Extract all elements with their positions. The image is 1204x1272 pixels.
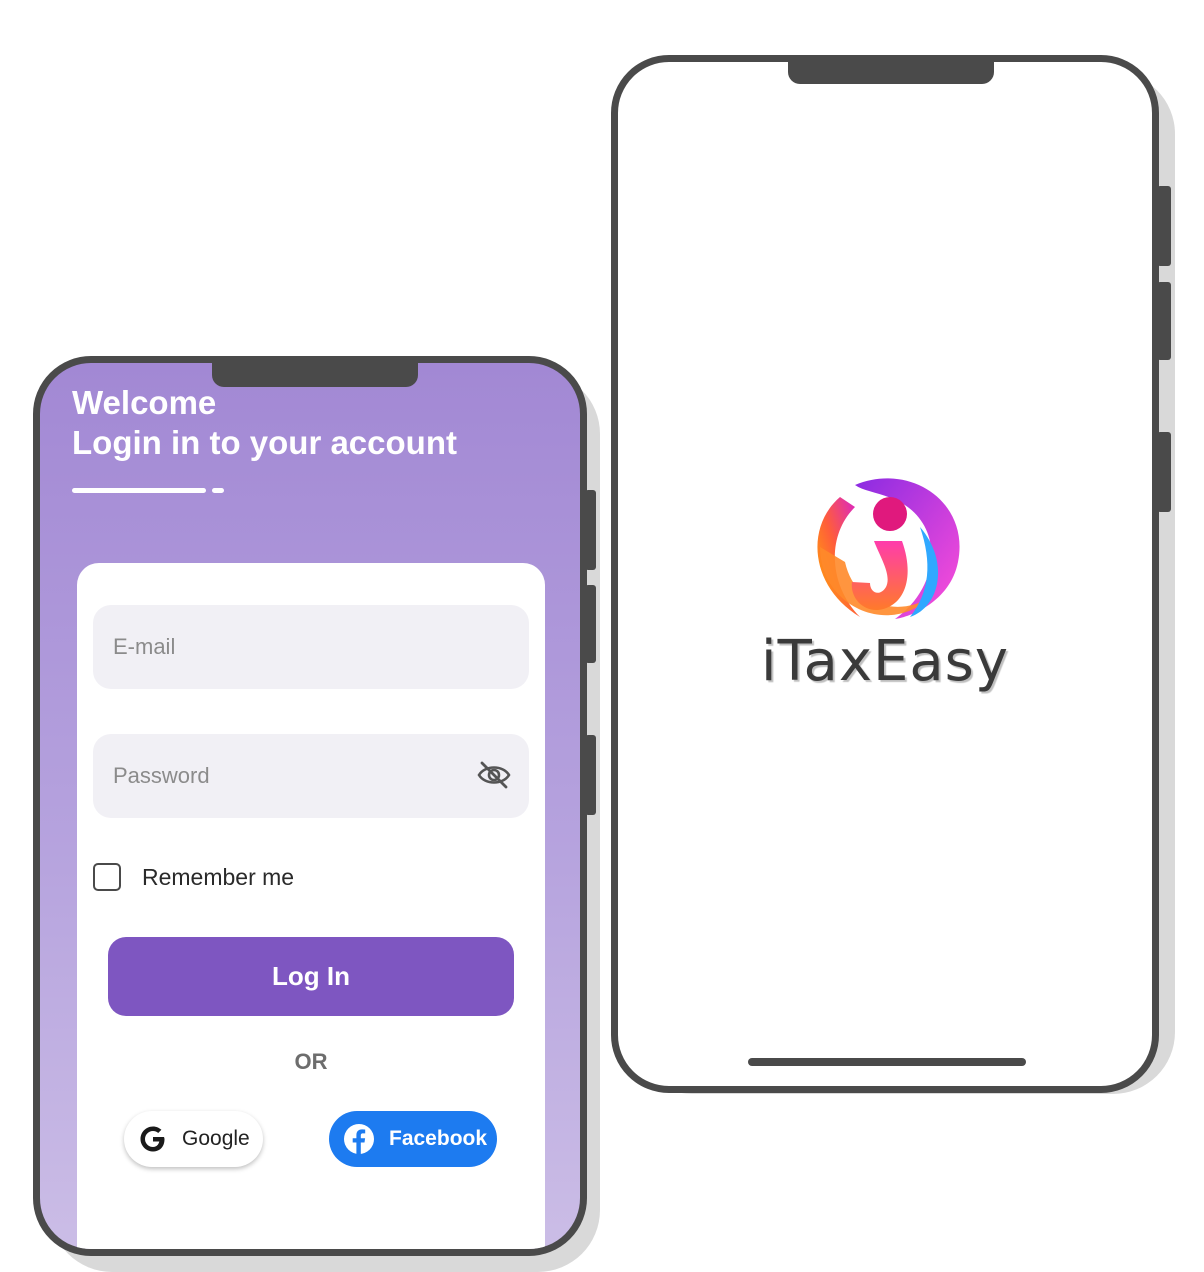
power-button bbox=[1157, 432, 1171, 512]
email-input[interactable] bbox=[111, 633, 475, 661]
login-button[interactable]: Log In bbox=[108, 937, 514, 1016]
heading-underline-dot bbox=[212, 488, 224, 493]
password-input[interactable] bbox=[111, 762, 475, 790]
remember-me-checkbox[interactable] bbox=[93, 863, 121, 891]
or-divider: OR bbox=[294, 1049, 328, 1074]
email-field-container bbox=[93, 605, 529, 689]
google-label: Google bbox=[182, 1127, 250, 1150]
facebook-label: Facebook bbox=[389, 1127, 488, 1150]
remember-me-label: Remember me bbox=[142, 863, 295, 890]
phone-notch bbox=[788, 62, 994, 84]
facebook-login-button[interactable]: Facebook bbox=[329, 1111, 497, 1167]
password-field-container bbox=[93, 734, 529, 818]
welcome-title: Welcome bbox=[72, 384, 217, 421]
brand-logo: iTaxEasy bbox=[618, 467, 1152, 694]
splash-phone-frame: iTaxEasy bbox=[611, 55, 1159, 1093]
remember-me-row[interactable]: Remember me bbox=[93, 863, 294, 891]
facebook-icon bbox=[344, 1124, 374, 1154]
welcome-heading: Welcome Login in to your account bbox=[72, 383, 457, 463]
login-card: Remember me Log In OR Google Facebook bbox=[77, 563, 545, 1249]
itaxeasy-logo-icon bbox=[817, 478, 960, 619]
login-phone-frame: Welcome Login in to your account Remembe… bbox=[33, 356, 587, 1256]
google-icon bbox=[140, 1126, 165, 1152]
home-indicator bbox=[748, 1058, 1026, 1066]
google-login-button[interactable]: Google bbox=[124, 1111, 263, 1167]
brand-name: iTaxEasy bbox=[761, 629, 1009, 694]
welcome-subtitle: Login in to your account bbox=[72, 424, 457, 461]
heading-underline bbox=[72, 488, 206, 493]
volume-button bbox=[1157, 282, 1171, 360]
volume-button bbox=[1157, 186, 1171, 266]
eye-off-icon[interactable] bbox=[477, 760, 511, 795]
